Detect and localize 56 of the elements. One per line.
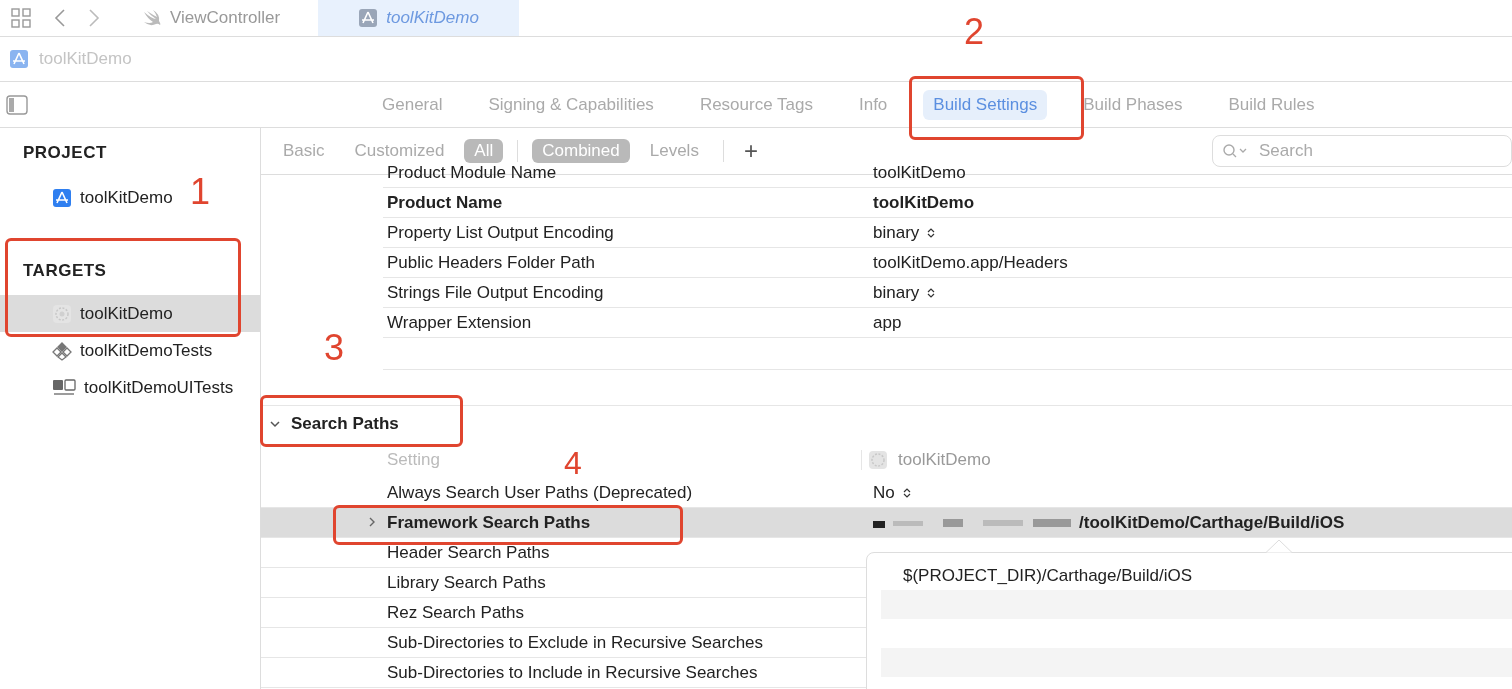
setting-value[interactable]: No	[873, 482, 895, 503]
column-header: toolKitDemo	[898, 450, 991, 470]
setting-value[interactable]: toolKitDemo	[873, 192, 975, 213]
setting-value[interactable]: toolKitDemo	[873, 162, 966, 183]
app-icon	[52, 187, 72, 208]
diamond-icon	[52, 340, 72, 361]
sidebar-item[interactable]: toolKitDemoUITests	[0, 369, 238, 406]
stepper-icon	[927, 286, 936, 299]
section-title[interactable]: Search Paths	[291, 414, 399, 434]
annotation-number: 4	[564, 447, 582, 479]
back-icon[interactable]	[54, 8, 66, 28]
setting-name: Always Search User Paths (Deprecated)	[387, 482, 693, 502]
grid-icon[interactable]	[10, 7, 32, 29]
setting-name: Wrapper Extension	[386, 312, 533, 333]
annotation-number: 1	[190, 174, 211, 210]
column-header: Setting	[387, 450, 440, 469]
path-entry[interactable]: $(PROJECT_DIR)/Carthage/Build/iOS	[867, 561, 1512, 590]
setting-name: Product Name	[386, 192, 504, 213]
setting-value[interactable]: toolKitDemo.app/Headers	[873, 252, 1068, 273]
annotation-number: 2	[964, 14, 985, 50]
search-field[interactable]: Search	[1212, 135, 1512, 167]
setting-name: Strings File Output Encoding	[386, 282, 605, 303]
sidebar-toggle-icon[interactable]	[6, 94, 28, 115]
stepper-icon	[927, 226, 936, 239]
forward-icon[interactable]	[88, 8, 100, 28]
setting-name: Library Search Paths	[387, 572, 546, 592]
target-icon	[52, 303, 72, 324]
setting-name: Rez Search Paths	[387, 602, 524, 622]
chevron-icon[interactable]	[269, 418, 281, 430]
windows-icon	[52, 377, 76, 398]
setting-name: Public Headers Folder Path	[386, 252, 596, 273]
sidebar-item[interactable]: toolKitDemo	[0, 295, 260, 332]
chevron-icon[interactable]	[367, 516, 377, 528]
setting-name: Framework Search Paths	[387, 512, 591, 532]
target-icon	[868, 450, 888, 470]
app-icon	[9, 49, 29, 69]
search-icon	[1222, 143, 1248, 159]
sidebar-section-title: TARGETS	[22, 260, 108, 282]
setting-name: Header Search Paths	[387, 542, 550, 562]
setting-value[interactable]: binary	[873, 222, 936, 243]
sidebar-section-title: PROJECT	[22, 142, 108, 164]
setting-name: Sub-Directories to Include in Recursive Searches	[387, 662, 758, 682]
setting-value[interactable]: app	[873, 312, 902, 333]
sidebar-item[interactable]: toolKitDemo	[0, 179, 177, 216]
setting-name: Property List Output Encoding	[386, 222, 615, 243]
setting-value[interactable]: /toolKitDemo/Carthage/Build/iOS	[1079, 512, 1345, 533]
setting-name: Product Module Name	[386, 162, 558, 183]
annotation-number: 3	[324, 330, 345, 366]
stepper-icon	[902, 486, 911, 499]
settings-row[interactable]: Framework Search Paths /toolKitDemo/Carthage/Build/iOS	[261, 508, 1512, 538]
bird-icon	[142, 9, 162, 27]
setting-name: Sub-Directories to Exclude in Recursive Searches	[387, 632, 764, 652]
sidebar-item[interactable]: toolKitDemoTests	[0, 332, 217, 369]
add-button[interactable]: +	[737, 137, 764, 165]
app-icon	[358, 8, 379, 28]
setting-value[interactable]: binary	[873, 282, 936, 303]
